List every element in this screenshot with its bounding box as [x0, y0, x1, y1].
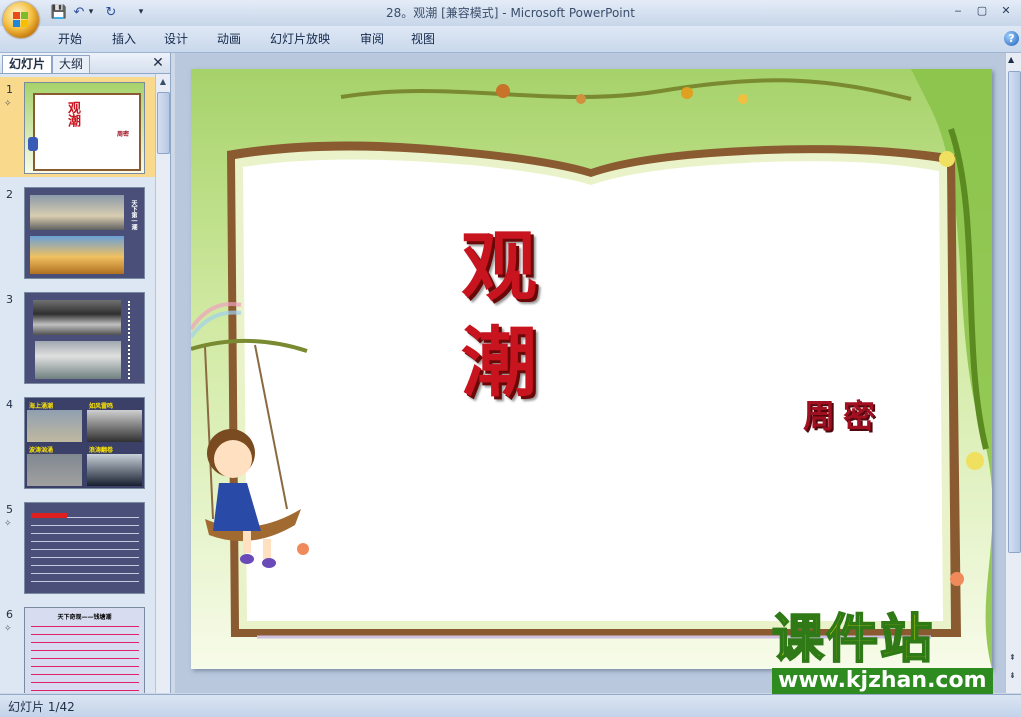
- slide-thumb-2[interactable]: 2 天下第一潮: [0, 182, 155, 282]
- tab-insert[interactable]: 插入: [108, 29, 140, 49]
- tab-slideshow[interactable]: 幻灯片放映: [266, 29, 334, 49]
- save-icon[interactable]: 💾: [50, 4, 68, 20]
- slide-background-art: [191, 69, 992, 669]
- thumb-preview: 观潮 周密: [24, 82, 145, 174]
- thumb-preview: 天下第一潮: [24, 187, 145, 279]
- slide-number: 3: [6, 293, 13, 306]
- watermark-logo: 课件站 www.kjzhan.com: [771, 610, 1002, 694]
- pane-tabs: 幻灯片 大纲 ✕: [0, 53, 170, 74]
- thumb-preview: 海上涌潮 如风雷鸣 波涛汹涌 浪涛翻卷: [24, 397, 145, 489]
- close-button[interactable]: ✕: [995, 3, 1017, 19]
- prev-slide-icon[interactable]: ⇞: [1009, 653, 1016, 662]
- office-button[interactable]: [3, 2, 39, 38]
- watermark-url: www.kjzhan.com: [772, 668, 993, 694]
- thumb-label: 浪涛翻卷: [89, 447, 114, 454]
- animation-icon: ✧: [4, 624, 12, 634]
- thumb-title: 观潮: [65, 101, 80, 127]
- status-bar: 幻灯片 1/42: [0, 694, 1021, 717]
- thumb-label: 波涛汹涌: [29, 447, 54, 454]
- help-icon[interactable]: ?: [1004, 31, 1019, 46]
- slide-number: 5: [6, 503, 13, 516]
- slide-count-status: 幻灯片 1/42: [8, 700, 75, 714]
- thumb-title: 天下奇观——钱塘潮: [57, 614, 112, 621]
- tab-animations[interactable]: 动画: [213, 29, 245, 49]
- title-char: 潮: [461, 318, 537, 407]
- slides-pane: 幻灯片 大纲 ✕ 1 ✧ 观潮 周密 2 天下第一潮 3 4 海上涌潮 如风雷鸣…: [0, 53, 171, 693]
- animation-icon: ✧: [4, 99, 12, 109]
- slide-thumb-1[interactable]: 1 ✧ 观潮 周密: [0, 77, 155, 177]
- thumbnails-scrollbar[interactable]: ▲: [155, 74, 170, 693]
- tab-outline[interactable]: 大纲: [52, 55, 91, 73]
- slide-title[interactable]: 观 潮: [461, 219, 551, 411]
- vertical-scrollbar[interactable]: ▲ ⇞ ⇟: [1005, 53, 1021, 693]
- slide-thumb-4[interactable]: 4 海上涌潮 如风雷鸣 波涛汹涌 浪涛翻卷: [0, 392, 155, 492]
- customize-qat-icon[interactable]: ▾: [136, 4, 146, 20]
- slide-number: 6: [6, 608, 13, 621]
- thumb-label: 海上涌潮: [29, 403, 54, 410]
- slide-number: 4: [6, 398, 13, 411]
- slide-number: 2: [6, 188, 13, 201]
- title-char: 观: [461, 222, 537, 311]
- thumb-preview: [24, 502, 145, 594]
- thumb-side-text: 天下第一潮: [130, 200, 137, 230]
- undo-dropdown-icon[interactable]: ▾: [86, 4, 96, 20]
- window-title: 28。观潮 [兼容模式] - Microsoft PowerPoint: [386, 6, 635, 20]
- slide-thumb-3[interactable]: 3: [0, 287, 155, 387]
- slide-thumb-6[interactable]: 6 ✧ 天下奇观——钱塘潮: [0, 602, 155, 693]
- office-logo-icon: [13, 12, 29, 28]
- slide-thumb-5[interactable]: 5 ✧: [0, 497, 155, 597]
- tab-home[interactable]: 开始: [54, 29, 86, 49]
- thumb-preview: 天下奇观——钱塘潮: [24, 607, 145, 693]
- thumb-preview: [24, 292, 145, 384]
- slide-thumbnails: 1 ✧ 观潮 周密 2 天下第一潮 3 4 海上涌潮 如风雷鸣 波涛汹涌 浪涛翻…: [0, 74, 155, 693]
- watermark-text: 课件站: [771, 610, 935, 670]
- thumb-label: 如风雷鸣: [89, 403, 114, 410]
- redo-icon[interactable]: ↻: [102, 4, 120, 20]
- thumb-subtitle: 周密: [117, 131, 130, 138]
- maximize-button[interactable]: ▢: [971, 3, 993, 19]
- tab-review[interactable]: 审阅: [356, 29, 388, 49]
- animation-icon: ✧: [4, 519, 12, 529]
- next-slide-icon[interactable]: ⇟: [1009, 671, 1016, 680]
- tab-design[interactable]: 设计: [160, 29, 192, 49]
- slide-author[interactable]: 周密: [803, 391, 883, 437]
- tab-slides[interactable]: 幻灯片: [2, 55, 53, 73]
- slide-number: 1: [6, 83, 13, 96]
- close-pane-icon[interactable]: ✕: [150, 54, 166, 72]
- slide-canvas[interactable]: 观 潮 周密: [191, 69, 992, 669]
- ribbon-tabs: [0, 26, 1021, 53]
- tab-view[interactable]: 视图: [407, 29, 439, 49]
- minimize-button[interactable]: ‒: [947, 3, 969, 19]
